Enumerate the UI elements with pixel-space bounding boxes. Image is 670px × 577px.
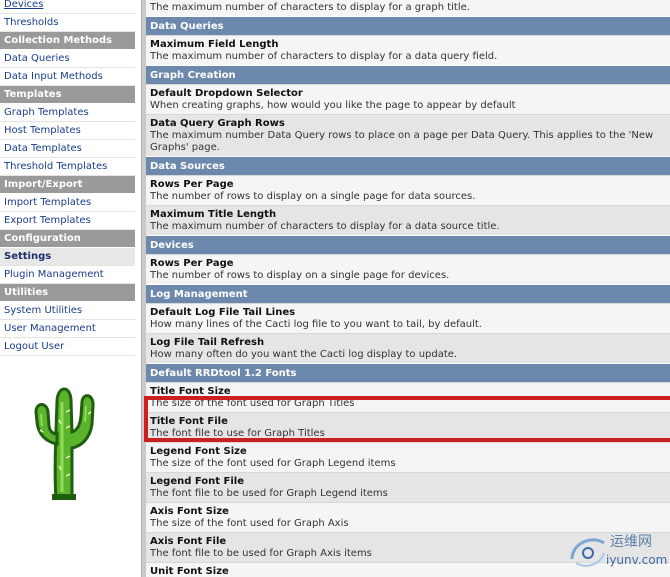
setting-row[interactable]: Axis Font Size The size of the font used … <box>146 502 670 532</box>
setting-row[interactable]: Legend Font Size The size of the font use… <box>146 442 670 472</box>
setting-title: Log File Tail Refresh <box>150 337 265 348</box>
setting-title: Legend Font File <box>150 476 244 487</box>
setting-description: The number of rows to display on a singl… <box>150 191 476 202</box>
nav-link-logout-user[interactable]: Logout User <box>0 338 135 356</box>
sidebar-nav: Devices Thresholds Collection Methods Data … <box>0 0 135 577</box>
setting-row[interactable]: Log File Tail Refresh How many often do y… <box>146 333 670 363</box>
setting-row[interactable]: Data Query Graph Rows The maximum number … <box>146 114 670 156</box>
setting-row[interactable]: Maximum Title Length The maximum number o… <box>146 205 670 235</box>
watermark: 运维网 iyunv.com <box>566 529 668 573</box>
watermark-url: iyunv.com <box>606 553 668 567</box>
nav-link-threshold-templates[interactable]: Threshold Templates <box>0 158 135 176</box>
nav-section-collection-methods: Collection Methods <box>0 32 135 50</box>
setting-description: The maximum number Data Query rows to pl… <box>150 130 654 153</box>
setting-row[interactable]: Default Dropdown Selector When creating g… <box>146 84 670 114</box>
nav-section-utilities: Utilities <box>0 284 135 302</box>
nav-section-import-export: Import/Export <box>0 176 135 194</box>
section-header: Devices <box>146 235 670 254</box>
setting-description: The size of the font used for Graph Titl… <box>150 398 355 409</box>
settings-panel: The maximum number of characters to disp… <box>146 0 670 577</box>
nav-link-system-utilities[interactable]: System Utilities <box>0 302 135 320</box>
section-header: Default RRDtool 1.2 Fonts <box>146 363 670 382</box>
setting-title: Rows Per Page <box>150 179 234 190</box>
nav-link-settings[interactable]: Settings <box>0 248 135 266</box>
nav-list: Devices Thresholds Collection Methods Data … <box>0 0 135 356</box>
setting-title: Title Font File <box>150 416 228 427</box>
nav-section-configuration: Configuration <box>0 230 135 248</box>
setting-description: The font file to be used for Graph Legen… <box>150 488 388 499</box>
watermark-text: 运维网 <box>610 534 652 550</box>
section-header: Data Sources <box>146 156 670 175</box>
setting-description: The size of the font used for Graph Lege… <box>150 458 396 469</box>
setting-description: The maximum number of characters to disp… <box>150 51 498 62</box>
setting-description: How many lines of the Cacti log file to … <box>150 319 482 330</box>
nav-link-export-templates[interactable]: Export Templates <box>0 212 135 230</box>
section-header: Log Management <box>146 284 670 303</box>
setting-description: The maximum number of characters to disp… <box>150 221 500 232</box>
nav-link-data-templates[interactable]: Data Templates <box>0 140 135 158</box>
setting-description: The maximum number of characters to disp… <box>150 2 470 13</box>
setting-title: Default Log File Tail Lines <box>150 307 296 318</box>
nav-link-host-templates[interactable]: Host Templates <box>0 122 135 140</box>
setting-row[interactable]: Rows Per Page The number of rows to displ… <box>146 175 670 205</box>
nav-link-data-queries[interactable]: Data Queries <box>0 50 135 68</box>
setting-description: The font file to use for Graph Titles <box>150 428 325 439</box>
setting-row[interactable]: Rows Per Page The number of rows to displ… <box>146 254 670 284</box>
setting-title: Data Query Graph Rows <box>150 118 285 129</box>
watermark-swirl-icon <box>570 538 605 567</box>
setting-row[interactable]: Legend Font File The font file to be used… <box>146 472 670 502</box>
nav-link-plugin-management[interactable]: Plugin Management <box>0 266 135 284</box>
setting-row[interactable]: Maximum Field Length The maximum number o… <box>146 35 670 65</box>
nav-section-templates: Templates <box>0 86 135 104</box>
cactus-logo <box>34 387 95 500</box>
setting-title: Maximum Title Length <box>150 209 277 220</box>
setting-title: Rows Per Page <box>150 258 234 269</box>
setting-row[interactable]: Default Log File Tail Lines How many line… <box>146 303 670 333</box>
nav-link-thresholds[interactable]: Thresholds <box>0 14 135 32</box>
setting-title: Maximum Field Length <box>150 39 279 50</box>
setting-row[interactable]: Title Font Size The size of the font used… <box>146 382 670 412</box>
setting-row[interactable]: The maximum number of characters to disp… <box>146 0 670 16</box>
setting-title: Title Font Size <box>150 386 231 397</box>
nav-link-graph-templates[interactable]: Graph Templates <box>0 104 135 122</box>
setting-title: Legend Font Size <box>150 446 247 457</box>
setting-title: Axis Font Size <box>150 506 229 517</box>
settings-table: The maximum number of characters to disp… <box>146 0 670 577</box>
setting-description: When creating graphs, how would you like… <box>150 100 516 111</box>
section-header: Graph Creation <box>146 65 670 84</box>
setting-description: The number of rows to display on a singl… <box>150 270 450 281</box>
setting-row[interactable]: Title Font File The font file to use for … <box>146 412 670 442</box>
setting-description: How many often do you want the Cacti log… <box>150 349 458 360</box>
nav-link-import-templates[interactable]: Import Templates <box>0 194 135 212</box>
setting-title: Default Dropdown Selector <box>150 88 303 99</box>
nav-link-devices[interactable]: Devices <box>0 0 135 14</box>
section-header: Data Queries <box>146 16 670 35</box>
nav-link-data-input-methods[interactable]: Data Input Methods <box>0 68 135 86</box>
nav-link-user-management[interactable]: User Management <box>0 320 135 338</box>
